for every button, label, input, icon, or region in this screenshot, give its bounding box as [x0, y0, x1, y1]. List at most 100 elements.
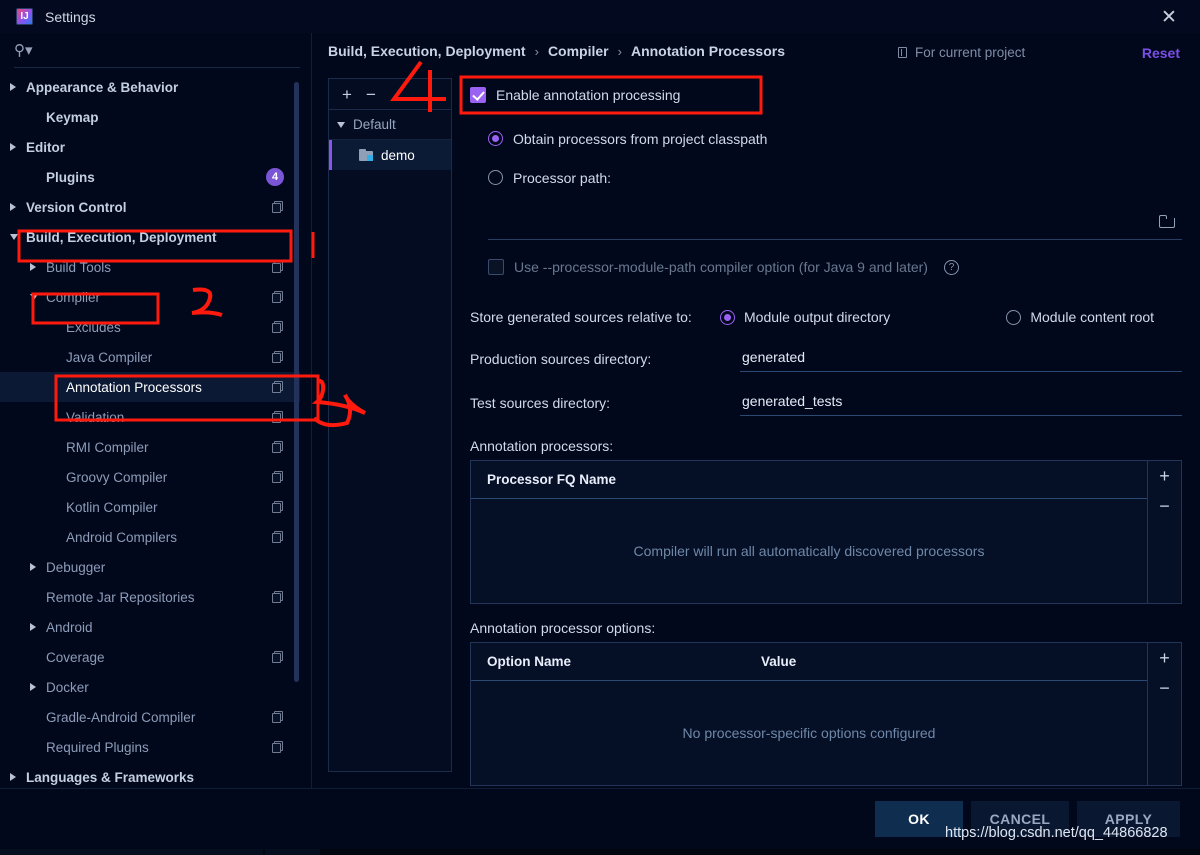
- chevron-right-icon: [10, 143, 16, 151]
- annotation-processors-table: Processor FQ Name Compiler will run all …: [470, 460, 1182, 604]
- sidebar-item-android[interactable]: Android: [0, 612, 300, 642]
- sidebar-item-plugins[interactable]: Plugins4: [0, 162, 300, 192]
- use-processor-module-path-label: Use --processor-module-path compiler opt…: [514, 259, 928, 275]
- sidebar-item-compiler[interactable]: Compiler: [0, 282, 300, 312]
- sidebar-item-label: Kotlin Compiler: [66, 500, 158, 515]
- remove-option-button[interactable]: −: [1159, 679, 1170, 697]
- production-sources-input[interactable]: [740, 346, 1182, 372]
- watermark-text: https://blog.csdn.net/qq_44866828: [945, 825, 1168, 841]
- search-input[interactable]: [39, 43, 269, 58]
- sidebar-item-gradle-android-compiler[interactable]: Gradle-Android Compiler: [0, 702, 300, 732]
- column-header-value[interactable]: Value: [761, 654, 796, 669]
- breadcrumb-item-2: Annotation Processors: [631, 43, 785, 59]
- sidebar-item-languages-frameworks[interactable]: Languages & Frameworks: [0, 762, 300, 788]
- table-side-toolbar: + −: [1147, 643, 1181, 785]
- sidebar-item-label: Coverage: [46, 650, 105, 665]
- sidebar-item-version-control[interactable]: Version Control: [0, 192, 300, 222]
- remove-profile-button[interactable]: −: [366, 86, 376, 103]
- copy-settings-icon[interactable]: [272, 711, 284, 724]
- processor-path-radio[interactable]: [488, 170, 503, 185]
- selection-bar: [329, 140, 332, 170]
- enable-annotation-processing-checkbox[interactable]: [470, 87, 486, 103]
- copy-settings-icon[interactable]: [272, 471, 284, 484]
- chevron-right-icon: [30, 263, 36, 271]
- sidebar-item-label: Build Tools: [46, 260, 111, 275]
- search-box[interactable]: ⚲▾: [0, 33, 300, 67]
- copy-settings-icon[interactable]: [272, 321, 284, 334]
- sidebar-item-build-tools[interactable]: Build Tools: [0, 252, 300, 282]
- use-processor-module-path-checkbox[interactable]: [488, 259, 504, 275]
- remove-processor-button[interactable]: −: [1159, 497, 1170, 515]
- sidebar-item-debugger[interactable]: Debugger: [0, 552, 300, 582]
- plugins-update-badge: 4: [266, 168, 284, 186]
- processor-path-row[interactable]: Processor path:: [488, 161, 1182, 194]
- copy-settings-icon[interactable]: [272, 411, 284, 424]
- search-icon: ⚲▾: [14, 41, 33, 59]
- intellij-idea-logo-icon: IJ: [16, 8, 33, 25]
- chevron-down-icon: [337, 122, 345, 128]
- breadcrumb-item-0[interactable]: Build, Execution, Deployment: [328, 43, 526, 59]
- sidebar-item-kotlin-compiler[interactable]: Kotlin Compiler: [0, 492, 300, 522]
- copy-settings-icon[interactable]: [272, 261, 284, 274]
- chevron-right-icon: [30, 683, 36, 691]
- sidebar-item-remote-jar-repositories[interactable]: Remote Jar Repositories: [0, 582, 300, 612]
- close-icon[interactable]: ✕: [1156, 6, 1182, 28]
- profile-item-demo[interactable]: demo: [329, 140, 451, 170]
- processor-path-field[interactable]: [488, 210, 1182, 240]
- obtain-from-classpath-radio[interactable]: [488, 131, 503, 146]
- sidebar-item-docker[interactable]: Docker: [0, 672, 300, 702]
- sidebar-item-required-plugins[interactable]: Required Plugins: [0, 732, 300, 762]
- breadcrumb-separator: ›: [618, 44, 622, 59]
- sidebar-scrollbar[interactable]: [293, 72, 300, 788]
- sidebar-item-excludes[interactable]: Excludes: [0, 312, 300, 342]
- copy-settings-icon[interactable]: [272, 591, 284, 604]
- copy-settings-icon[interactable]: [272, 501, 284, 514]
- column-header-processor-fq-name[interactable]: Processor FQ Name: [471, 472, 616, 487]
- profile-list-panel: + − Default demo: [328, 78, 452, 772]
- copy-settings-icon[interactable]: [272, 651, 284, 664]
- sidebar-item-rmi-compiler[interactable]: RMI Compiler: [0, 432, 300, 462]
- help-circle-icon[interactable]: ?: [944, 260, 959, 275]
- copy-settings-icon[interactable]: [272, 201, 284, 214]
- copy-settings-icon[interactable]: [272, 381, 284, 394]
- use-processor-module-path-row[interactable]: Use --processor-module-path compiler opt…: [488, 250, 1182, 284]
- module-output-directory-radio[interactable]: [720, 310, 735, 325]
- sidebar-item-appearance-behavior[interactable]: Appearance & Behavior: [0, 72, 300, 102]
- sidebar-item-android-compilers[interactable]: Android Compilers: [0, 522, 300, 552]
- column-header-option-name[interactable]: Option Name: [471, 654, 761, 669]
- profile-group-default[interactable]: Default: [329, 110, 451, 140]
- enable-annotation-processing-row[interactable]: Enable annotation processing: [470, 78, 1182, 112]
- sidebar-item-editor[interactable]: Editor: [0, 132, 300, 162]
- copy-settings-icon[interactable]: [272, 531, 284, 544]
- add-option-button[interactable]: +: [1159, 649, 1170, 667]
- breadcrumb-item-1[interactable]: Compiler: [548, 43, 609, 59]
- add-profile-button[interactable]: +: [342, 86, 352, 103]
- sidebar-item-coverage[interactable]: Coverage: [0, 642, 300, 672]
- reset-link[interactable]: Reset: [1142, 45, 1180, 61]
- sidebar-item-build-execution-deployment[interactable]: Build, Execution, Deployment: [0, 222, 300, 252]
- test-sources-input[interactable]: [740, 390, 1182, 416]
- module-content-root-option[interactable]: Module content root: [1006, 309, 1154, 325]
- table-header-row: Processor FQ Name: [471, 461, 1147, 499]
- folder-icon[interactable]: [1159, 215, 1176, 228]
- sidebar-item-annotation-processors[interactable]: Annotation Processors: [0, 372, 300, 402]
- breadcrumb: Build, Execution, Deployment › Compiler …: [328, 43, 785, 59]
- copy-settings-icon[interactable]: [272, 291, 284, 304]
- copy-settings-icon[interactable]: [272, 441, 284, 454]
- copy-settings-icon[interactable]: [272, 351, 284, 364]
- sidebar-item-keymap[interactable]: Keymap: [0, 102, 300, 132]
- module-content-root-radio[interactable]: [1006, 310, 1021, 325]
- sidebar-scrollbar-thumb[interactable]: [294, 82, 299, 682]
- module-output-directory-option[interactable]: Module output directory: [720, 309, 890, 325]
- settings-category-tree[interactable]: Appearance & BehaviorKeymapEditorPlugins…: [0, 72, 300, 788]
- sidebar-item-label: Debugger: [46, 560, 105, 575]
- sidebar-item-validation[interactable]: Validation: [0, 402, 300, 432]
- title-bar: IJ Settings ✕: [0, 0, 1200, 33]
- sidebar-item-java-compiler[interactable]: Java Compiler: [0, 342, 300, 372]
- add-processor-button[interactable]: +: [1159, 467, 1170, 485]
- copy-settings-icon[interactable]: [272, 741, 284, 754]
- enable-annotation-processing-label: Enable annotation processing: [496, 87, 680, 103]
- obtain-from-classpath-row[interactable]: Obtain processors from project classpath: [488, 122, 1182, 155]
- empty-state-message: No processor-specific options configured: [683, 725, 936, 741]
- sidebar-item-groovy-compiler[interactable]: Groovy Compiler: [0, 462, 300, 492]
